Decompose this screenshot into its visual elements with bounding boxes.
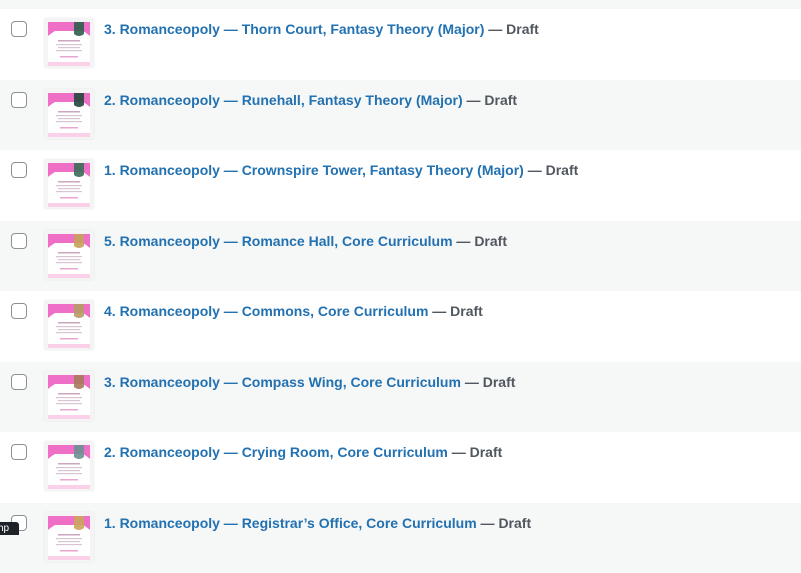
- post-title-link[interactable]: 2. Romanceopoly — Runehall, Fantasy Theo…: [104, 92, 463, 108]
- post-title-line: 1. Romanceopoly — Registrar’s Office, Co…: [104, 514, 531, 532]
- post-title-link[interactable]: 2. Romanceopoly — Crying Room, Core Curr…: [104, 444, 448, 460]
- post-row: 3. Romanceopoly — Compass Wing, Core Cur…: [0, 362, 801, 433]
- card-thumbnail-icon[interactable]: [44, 159, 94, 209]
- post-state-label: Draft: [484, 92, 517, 108]
- post-title-link[interactable]: 5. Romanceopoly — Romance Hall, Core Cur…: [104, 233, 453, 249]
- title-separator: —: [461, 374, 483, 390]
- post-title-line: 1. Romanceopoly — Crownspire Tower, Fant…: [104, 161, 578, 179]
- card-thumbnail-icon[interactable]: [44, 441, 94, 491]
- post-state-label: Draft: [450, 303, 483, 319]
- card-thumbnail-icon[interactable]: [44, 89, 94, 139]
- row-checkbox[interactable]: [11, 374, 27, 390]
- row-checkbox[interactable]: [11, 92, 27, 108]
- title-separator: —: [524, 162, 546, 178]
- post-row: 2. Romanceopoly — Runehall, Fantasy Theo…: [0, 80, 801, 151]
- post-title-line: 2. Romanceopoly — Crying Room, Core Curr…: [104, 443, 502, 461]
- card-thumbnail-icon[interactable]: [44, 300, 94, 350]
- post-state-label: Draft: [474, 233, 507, 249]
- post-row: 1. Romanceopoly — Crownspire Tower, Fant…: [0, 150, 801, 221]
- title-separator: —: [448, 444, 470, 460]
- post-state-label: Draft: [483, 374, 516, 390]
- post-row: 3. Romanceopoly — Thorn Court, Fantasy T…: [0, 9, 801, 80]
- row-checkbox[interactable]: [11, 162, 27, 178]
- card-thumbnail-icon[interactable]: [44, 371, 94, 421]
- post-title-link[interactable]: 3. Romanceopoly — Compass Wing, Core Cur…: [104, 374, 461, 390]
- list-top-edge: [0, 0, 801, 9]
- post-row: 2. Romanceopoly — Crying Room, Core Curr…: [0, 432, 801, 503]
- tooltip: hp: [0, 522, 19, 535]
- post-state-label: Draft: [498, 515, 531, 531]
- row-checkbox[interactable]: [11, 21, 27, 37]
- title-separator: —: [428, 303, 450, 319]
- post-state-label: Draft: [470, 444, 503, 460]
- post-state-label: Draft: [506, 21, 539, 37]
- post-title-line: 4. Romanceopoly — Commons, Core Curricul…: [104, 302, 483, 320]
- post-title-line: 5. Romanceopoly — Romance Hall, Core Cur…: [104, 232, 507, 250]
- post-state-label: Draft: [546, 162, 579, 178]
- title-separator: —: [484, 21, 506, 37]
- title-separator: —: [477, 515, 499, 531]
- card-thumbnail-icon[interactable]: [44, 230, 94, 280]
- post-row: 5. Romanceopoly — Romance Hall, Core Cur…: [0, 221, 801, 292]
- title-separator: —: [463, 92, 485, 108]
- title-separator: —: [453, 233, 475, 249]
- row-checkbox[interactable]: [11, 444, 27, 460]
- card-thumbnail-icon[interactable]: [44, 18, 94, 68]
- post-title-link[interactable]: 1. Romanceopoly — Registrar’s Office, Co…: [104, 515, 477, 531]
- post-title-link[interactable]: 3. Romanceopoly — Thorn Court, Fantasy T…: [104, 21, 484, 37]
- post-title-link[interactable]: 1. Romanceopoly — Crownspire Tower, Fant…: [104, 162, 524, 178]
- row-checkbox[interactable]: [11, 233, 27, 249]
- posts-list: 3. Romanceopoly — Thorn Court, Fantasy T…: [0, 9, 801, 573]
- row-checkbox[interactable]: [11, 303, 27, 319]
- card-thumbnail-icon[interactable]: [44, 512, 94, 562]
- post-title-line: 3. Romanceopoly — Thorn Court, Fantasy T…: [104, 20, 539, 38]
- post-title-line: 2. Romanceopoly — Runehall, Fantasy Theo…: [104, 91, 517, 109]
- post-row: 4. Romanceopoly — Commons, Core Curricul…: [0, 291, 801, 362]
- post-row: 1. Romanceopoly — Registrar’s Office, Co…: [0, 503, 801, 573]
- post-title-link[interactable]: 4. Romanceopoly — Commons, Core Curricul…: [104, 303, 428, 319]
- post-title-line: 3. Romanceopoly — Compass Wing, Core Cur…: [104, 373, 515, 391]
